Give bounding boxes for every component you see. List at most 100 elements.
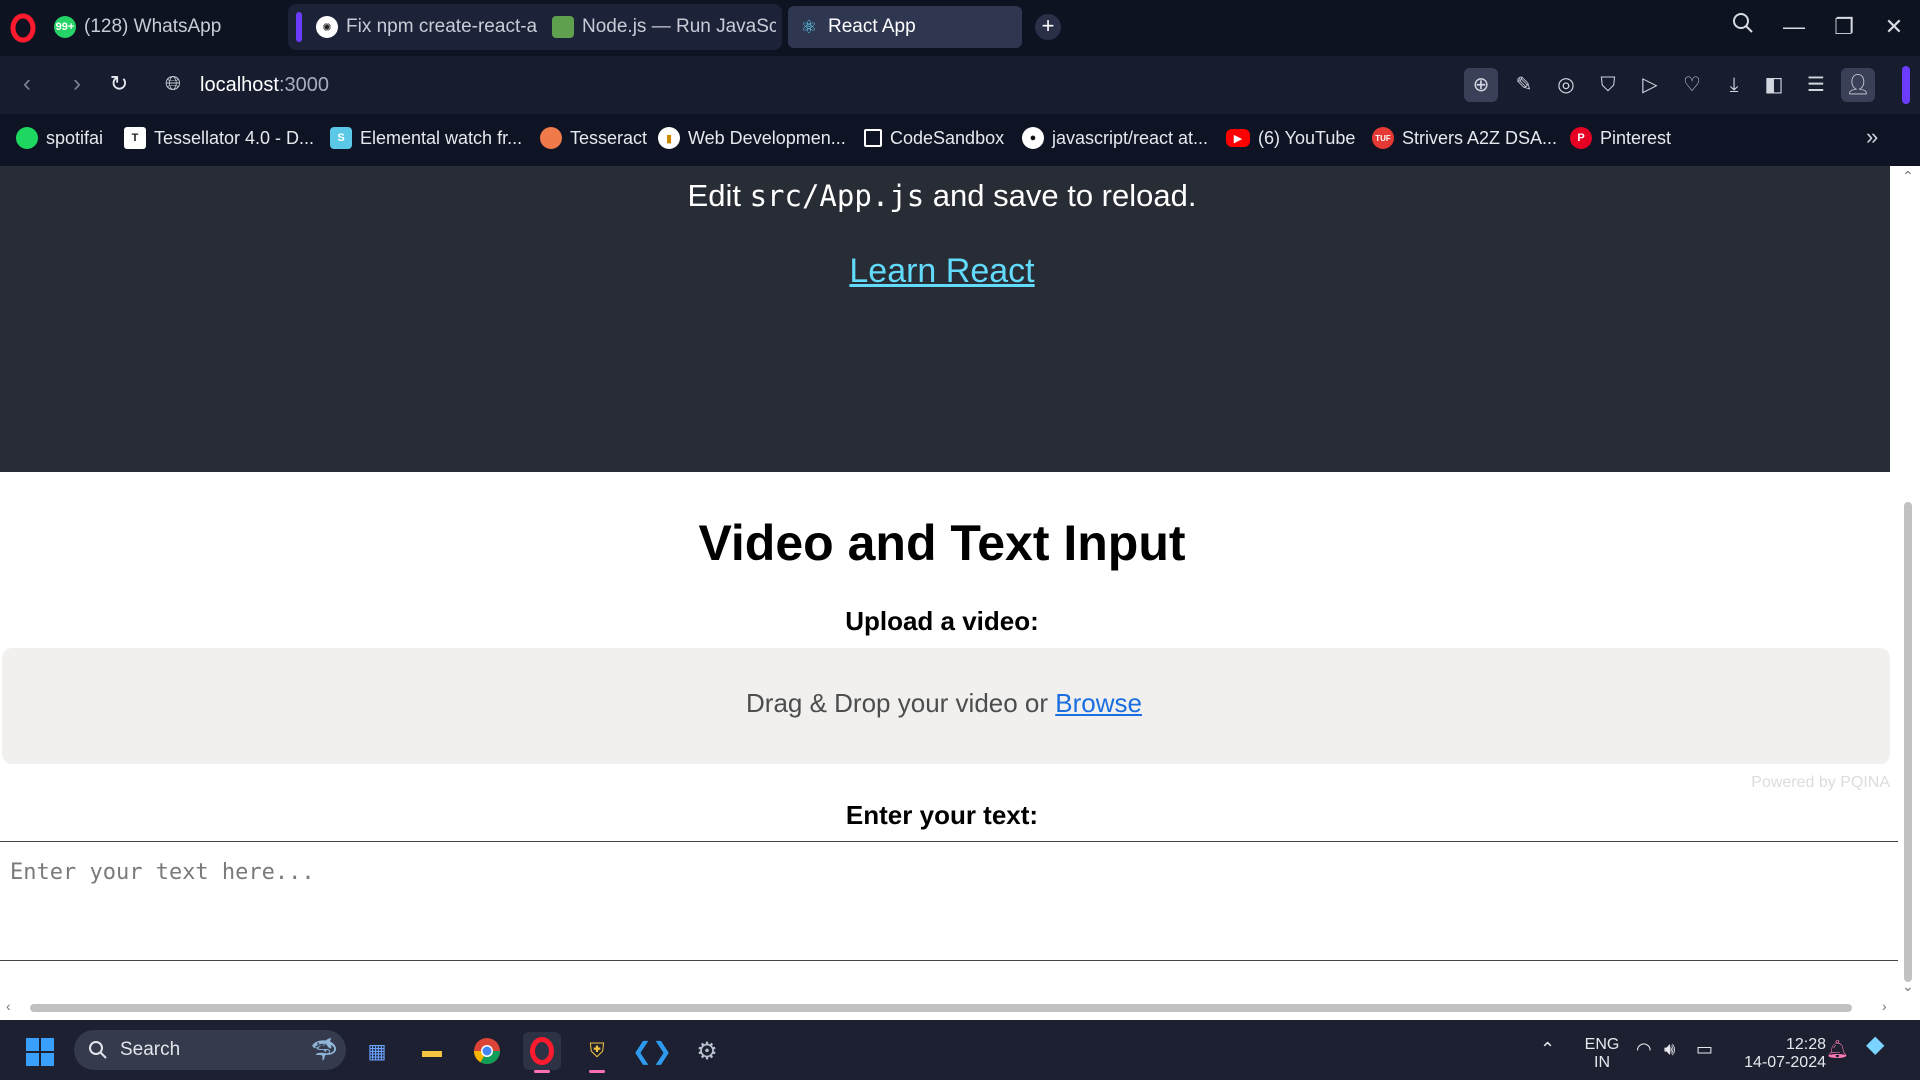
bookmark-label: (6) YouTube [1258, 127, 1356, 148]
tray-overflow-icon[interactable]: ⌃ [1540, 1040, 1555, 1058]
vscode-icon[interactable]: ❮❯ [632, 1032, 672, 1070]
tab-whatsapp[interactable]: 99+ (128) WhatsApp [44, 6, 280, 48]
tab-search-icon[interactable] [1727, 12, 1759, 44]
tab-title: (128) WhatsApp [84, 16, 222, 37]
bookmark-web-development[interactable]: ▮ Web Developmen... [658, 124, 846, 152]
video-drop-zone[interactable]: Drag & Drop your video or Browse [2, 648, 1890, 764]
webdev-icon: ▮ [658, 127, 680, 149]
search-icon [89, 1041, 107, 1059]
elemental-icon: S [330, 127, 352, 149]
windows-start-icon[interactable] [26, 1038, 54, 1066]
bookmark-pinterest[interactable]: P Pinterest [1570, 124, 1671, 152]
minimize-button[interactable]: — [1778, 12, 1810, 44]
tuf-icon: TUF [1372, 127, 1394, 149]
bookmark-label: javascript/react at... [1052, 127, 1209, 148]
edit-prefix: Edit [687, 178, 750, 213]
globe-icon[interactable]: 🌐︎ [158, 70, 188, 100]
reload-icon[interactable]: ↻ [104, 70, 134, 100]
tab-react-app[interactable]: ⚛ React App [788, 6, 1022, 48]
tab-title: React App [828, 16, 916, 37]
battery-icon[interactable]: ▭ [1696, 1040, 1713, 1058]
bookmark-label: Tesseract [570, 127, 648, 148]
download-icon[interactable]: ⤓ [1717, 68, 1751, 102]
nodejs-icon [552, 16, 574, 38]
browse-link[interactable]: Browse [1055, 688, 1142, 718]
volume-icon[interactable]: 🔊︎ [1664, 1040, 1675, 1058]
scroll-right-icon[interactable]: › [1882, 998, 1887, 1014]
bookmarks-overflow-icon[interactable]: » [1866, 124, 1878, 150]
bookmark-elemental[interactable]: S Elemental watch fr... [330, 124, 522, 152]
text-label: Enter your text: [845, 800, 1039, 830]
scroll-up-icon[interactable]: ⌃ [1902, 168, 1914, 185]
heart-icon[interactable]: ♡ [1675, 68, 1709, 102]
tab-fix-npm[interactable]: ✺ Fix npm create-react-ap [306, 6, 538, 48]
play-icon[interactable]: ▷ [1633, 68, 1667, 102]
new-tab-button[interactable]: + [1035, 14, 1061, 40]
bookmark-github[interactable]: ● javascript/react at... [1022, 124, 1208, 152]
powered-by-link[interactable]: Powered by PQINA [1600, 774, 1890, 792]
learn-react-link[interactable]: Learn React [0, 252, 1884, 291]
scroll-down-icon[interactable]: ⌄ [1902, 978, 1914, 995]
scroll-left-icon[interactable]: ‹ [6, 998, 11, 1014]
tessellator-icon: T [124, 127, 146, 149]
bookmark-label: spotifai [46, 127, 104, 148]
language-indicator[interactable]: ENG IN [1578, 1036, 1626, 1072]
close-button[interactable]: ✕ [1878, 12, 1910, 44]
zoom-icon[interactable]: ⊕ [1464, 68, 1498, 102]
copilot-icon[interactable]: ◆ [1866, 1033, 1884, 1057]
shield-icon[interactable]: ⛉ [1591, 68, 1625, 102]
upload-label: Upload a video: [845, 606, 1039, 636]
notification-bell-icon[interactable]: 🔔︎ [1826, 1040, 1849, 1058]
drop-text: Drag & Drop your video or [746, 688, 1056, 718]
opera-active-indicator [534, 1070, 550, 1073]
react-app-header: Edit src/App.js and save to reload. Lear… [0, 166, 1890, 472]
bookmark-tesseract[interactable]: Tesseract [540, 124, 647, 152]
settings-gear-icon[interactable]: ⚙ [688, 1032, 726, 1070]
lang-code: ENG [1584, 1036, 1620, 1053]
tab-nodejs[interactable]: Node.js — Run JavaScrip [542, 6, 776, 48]
profile-icon[interactable]: 👤︎ [1841, 68, 1875, 102]
bookmark-strivers[interactable]: TUF Strivers A2Z DSA... [1372, 124, 1557, 152]
sidebar-toggle-icon[interactable]: ◧ [1757, 68, 1791, 102]
chrome-icon[interactable] [468, 1032, 506, 1070]
wifi-icon[interactable]: ◠ [1636, 1040, 1652, 1058]
opera-logo-icon[interactable] [10, 13, 36, 43]
back-button[interactable]: ‹ [12, 70, 42, 100]
bookmark-label: CodeSandbox [890, 127, 1005, 148]
clock[interactable]: 12:28 14-07-2024 [1730, 1036, 1826, 1072]
calculator-icon[interactable]: ▦ [358, 1032, 396, 1070]
bookmark-tessellator[interactable]: T Tessellator 4.0 - D... [124, 124, 314, 152]
bookmark-label: Tessellator 4.0 - D... [154, 127, 315, 148]
menu-icon[interactable]: ☰ [1799, 68, 1833, 102]
tab-group-indicator [296, 12, 302, 42]
horizontal-scroll-thumb[interactable] [30, 1004, 1852, 1012]
taskbar-search[interactable]: Search 🦈︎ [74, 1030, 346, 1070]
forward-button[interactable]: › [62, 70, 92, 100]
bookmark-label: Pinterest [1600, 127, 1672, 148]
bookmark-youtube[interactable]: ▶ (6) YouTube [1226, 124, 1355, 152]
tab-title: Fix npm create-react-ap [346, 16, 538, 37]
bookmark-spotifai[interactable]: spotifai [16, 124, 103, 152]
page-viewport: Edit src/App.js and save to reload. Lear… [0, 166, 1920, 1020]
shark-icon: 🦈︎ [310, 1037, 338, 1062]
camera-icon[interactable]: ◎ [1549, 68, 1583, 102]
vertical-scroll-thumb[interactable] [1904, 502, 1912, 982]
restore-button[interactable]: ❐ [1828, 12, 1860, 44]
react-icon: ⚛ [800, 16, 818, 37]
url-field[interactable]: localhost:3000 [200, 70, 329, 100]
lang-region: IN [1594, 1054, 1610, 1071]
file-explorer-icon[interactable]: ▬ [413, 1032, 451, 1070]
security-shield-icon[interactable]: ⛨ [578, 1032, 616, 1070]
url-host: localhost [200, 74, 279, 96]
edit-icon[interactable]: ✎ [1507, 68, 1541, 102]
bookmark-label: Web Developmen... [688, 127, 846, 148]
chatgpt-icon: ✺ [316, 16, 338, 38]
page-title: Video and Text Input [698, 515, 1186, 571]
text-input[interactable]: Enter your text here... [0, 841, 1898, 961]
shield-active-indicator [589, 1070, 605, 1073]
clock-date: 14-07-2024 [1744, 1054, 1826, 1071]
opera-taskbar-icon[interactable] [523, 1032, 561, 1070]
edit-instruction: Edit src/App.js and save to reload. [0, 178, 1884, 214]
spotify-icon [16, 127, 38, 149]
bookmark-codesandbox[interactable]: CodeSandbox [864, 124, 1004, 152]
